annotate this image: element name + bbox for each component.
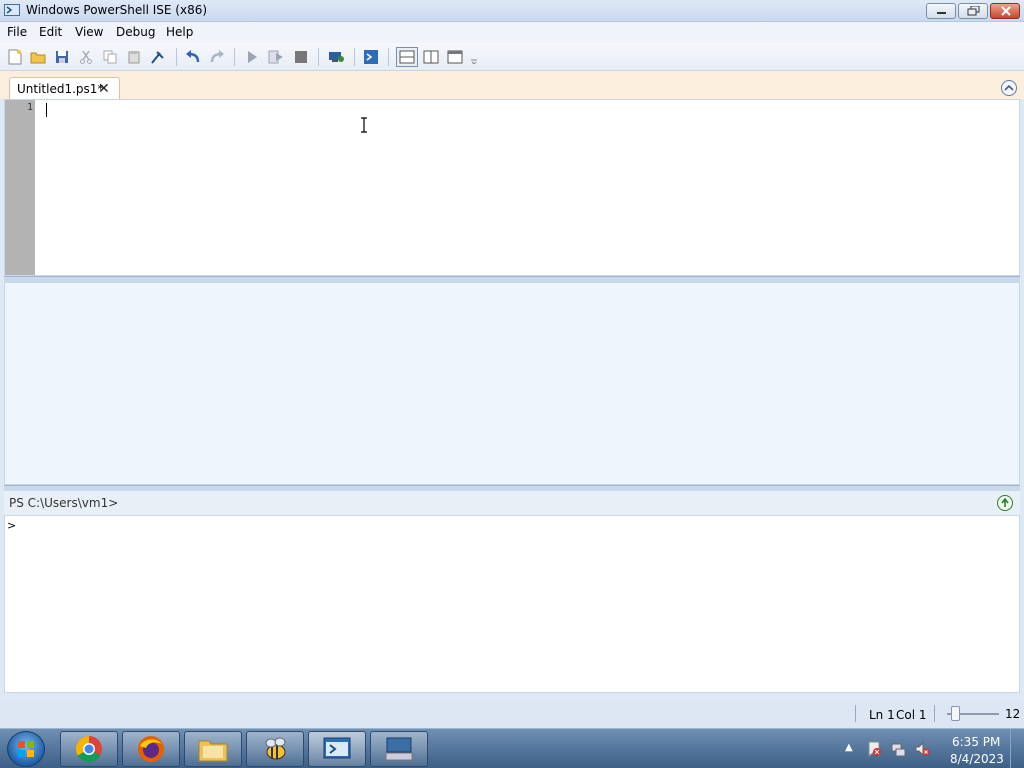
- clock-time[interactable]: 6:35 PM: [952, 735, 1000, 749]
- menu-view[interactable]: View: [75, 25, 103, 39]
- text-caret: [46, 103, 47, 117]
- command-input-prefix: >: [7, 519, 17, 532]
- zoom-value: 12: [1005, 707, 1021, 721]
- line-number-gutter: 1: [5, 100, 35, 275]
- menu-bar: File Edit View Debug Help: [0, 22, 1024, 43]
- taskbar-bee-app[interactable]: [246, 731, 304, 767]
- taskbar-powershell-ise[interactable]: [308, 731, 366, 767]
- tab-label: Untitled1.ps1*: [17, 82, 104, 96]
- file-explorer-icon: [198, 740, 228, 762]
- show-desktop-button[interactable]: [1010, 729, 1024, 768]
- status-line: Ln 1: [869, 708, 895, 722]
- ibeam-cursor-icon: [361, 117, 367, 133]
- run-icon[interactable]: [243, 48, 261, 66]
- undo-icon[interactable]: [184, 48, 202, 66]
- close-icon: [1001, 6, 1011, 16]
- layout-top-icon[interactable]: [396, 47, 418, 67]
- tab-strip: Untitled1.ps1* ✕: [0, 71, 1024, 100]
- powershell-ise-icon: [4, 4, 20, 16]
- script-editor[interactable]: 1: [4, 99, 1020, 276]
- output-pane[interactable]: [4, 282, 1020, 485]
- window-title: Windows PowerShell ISE (x86): [26, 3, 208, 17]
- collapse-script-pane-icon[interactable]: [1001, 80, 1017, 96]
- paste-icon[interactable]: [125, 48, 143, 66]
- chrome-icon: [75, 735, 102, 763]
- tab-untitled1[interactable]: Untitled1.ps1* ✕: [9, 77, 120, 100]
- zoom-slider[interactable]: [951, 706, 960, 721]
- powershell-icon[interactable]: [362, 48, 380, 66]
- command-pane-header: PS C:\Users\vm1>: [4, 491, 1020, 515]
- close-button[interactable]: [990, 3, 1020, 19]
- status-column: Col 1: [896, 708, 927, 722]
- taskbar-file-explorer[interactable]: [184, 731, 242, 767]
- close-tab-icon[interactable]: ✕: [98, 81, 110, 97]
- layout-right-icon[interactable]: [422, 48, 440, 66]
- line-number: 1: [26, 102, 33, 113]
- firefox-icon: [138, 736, 164, 762]
- bee-app-icon: [265, 737, 286, 760]
- keyboard-app-icon: [385, 737, 413, 761]
- cut-icon[interactable]: [77, 48, 95, 66]
- start-button[interactable]: [7, 731, 45, 767]
- volume-muted-icon[interactable]: [914, 741, 930, 757]
- minimize-button[interactable]: [926, 3, 956, 19]
- restore-icon: [967, 6, 980, 16]
- windows-logo-icon: [18, 741, 34, 757]
- taskbar-keyboard-app[interactable]: [370, 731, 428, 767]
- remote-powershell-icon[interactable]: [327, 48, 345, 66]
- toolbar: [0, 43, 1024, 71]
- command-pane[interactable]: >: [4, 515, 1020, 693]
- expand-command-pane-icon[interactable]: [997, 495, 1013, 511]
- save-icon[interactable]: [53, 48, 71, 66]
- minimize-icon: [937, 12, 946, 14]
- stop-icon[interactable]: [292, 48, 310, 66]
- open-icon[interactable]: [29, 48, 47, 66]
- restore-button[interactable]: [958, 3, 988, 19]
- show-hidden-icons-icon[interactable]: ▲: [845, 742, 853, 753]
- status-bar: Ln 1 Col 1 12: [0, 700, 1024, 728]
- copy-icon[interactable]: [101, 48, 119, 66]
- layout-max-icon[interactable]: [446, 48, 464, 66]
- title-bar: Windows PowerShell ISE (x86): [0, 0, 1024, 22]
- menu-help[interactable]: Help: [166, 25, 193, 39]
- menu-edit[interactable]: Edit: [39, 25, 62, 39]
- taskbar: ▲ 6:35 PM 8/4/2023: [0, 728, 1024, 768]
- redo-icon[interactable]: [208, 48, 226, 66]
- taskbar-chrome[interactable]: [60, 731, 118, 767]
- taskbar-firefox[interactable]: [122, 731, 180, 767]
- clock-date[interactable]: 8/4/2023: [950, 752, 1004, 766]
- network-icon[interactable]: [890, 741, 906, 757]
- toolbar-overflow-icon[interactable]: [468, 48, 480, 66]
- action-center-icon[interactable]: [866, 741, 882, 757]
- new-icon[interactable]: [6, 48, 24, 66]
- menu-debug[interactable]: Debug: [116, 25, 155, 39]
- run-selection-icon[interactable]: [267, 48, 285, 66]
- clear-icon[interactable]: [149, 48, 167, 66]
- menu-file[interactable]: File: [7, 25, 27, 39]
- powershell-prompt: PS C:\Users\vm1>: [9, 496, 119, 510]
- powershell-icon: [323, 737, 351, 759]
